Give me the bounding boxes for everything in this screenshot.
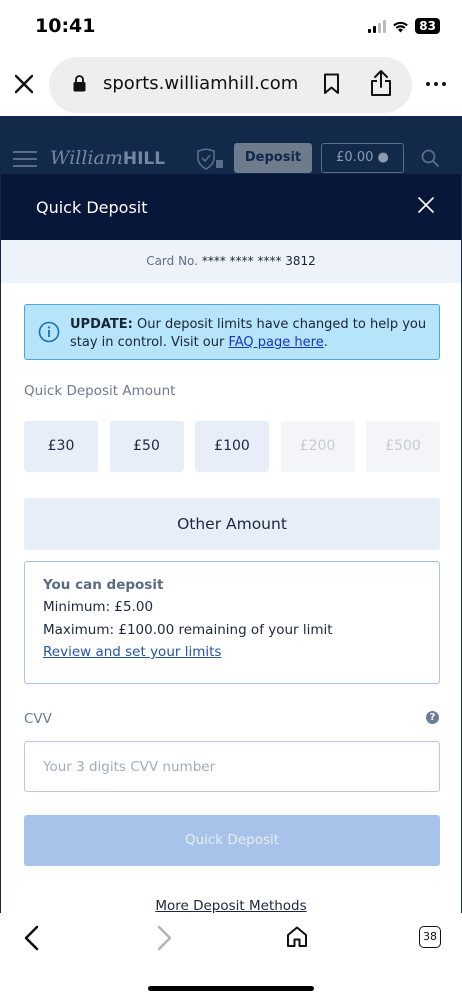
notice-end: . [323,335,328,350]
limits-minimum: Minimum: £5.00 [43,599,154,615]
modal-title: Quick Deposit [36,198,148,217]
close-tab-icon[interactable] [13,73,35,95]
more-deposit-methods-link[interactable]: More Deposit Methods [1,898,461,914]
more-menu-icon[interactable] [426,82,446,86]
logo-script: William [50,147,123,169]
safer-gambling-shield-icon[interactable] [196,148,224,170]
amount-100-button[interactable]: £100 [195,421,269,472]
bookmark-icon[interactable] [323,73,340,95]
status-time: 10:41 [35,15,96,37]
faq-link[interactable]: FAQ page here [228,335,323,350]
wifi-icon [393,21,409,32]
forward-icon[interactable] [154,925,174,951]
quick-deposit-modal: Quick Deposit Card No. **** **** **** 38… [0,173,462,915]
user-icon: ● [377,150,389,165]
review-limits-link[interactable]: Review and set your limits [43,641,439,664]
signal-icon [368,19,387,33]
cvv-label: CVV [24,711,52,727]
notice-bold: UPDATE: [70,317,133,332]
amount-30-button[interactable]: £30 [24,421,98,472]
other-amount-button[interactable]: Other Amount [24,498,440,550]
search-icon[interactable] [421,149,439,167]
url-text: sports.williamhill.com [103,73,299,94]
cvv-help-icon[interactable]: ? [426,711,439,724]
header-deposit-button[interactable]: Deposit [234,143,312,173]
card-number: **** **** **** 3812 [201,254,316,268]
close-modal-icon[interactable] [418,197,434,213]
status-bar: 10:41 83 [0,0,462,54]
browser-address-bar: sports.williamhill.com [0,54,462,116]
site-logo[interactable]: WilliamHILL [50,147,165,169]
amount-50-button[interactable]: £50 [109,421,184,472]
card-label: Card No. [146,254,198,268]
deposit-limits-box: You can deposit Minimum: £5.00 Maximum: … [24,561,440,684]
cvv-input[interactable] [24,741,440,792]
limits-heading: You can deposit [43,577,164,593]
share-icon[interactable] [369,69,393,97]
logo-bold: HILL [122,149,166,169]
quick-deposit-button[interactable]: Quick Deposit [24,815,440,866]
menu-icon[interactable] [13,151,37,172]
amount-200-button[interactable]: £200 [280,421,355,472]
amount-options: £30 £50 £100 £200 £500 [24,421,440,472]
notice-text: UPDATE: Our deposit limits have changed … [70,316,430,352]
tabs-count-button[interactable]: 38 [419,926,441,948]
site-header: WilliamHILL Deposit £0.00 ● [0,116,462,173]
header-balance-button[interactable]: £0.00 ● [321,143,404,173]
status-icons: 83 [368,18,440,34]
battery-icon: 83 [415,18,440,34]
info-icon [38,321,60,343]
amount-500-button[interactable]: £500 [366,421,440,472]
update-notice: UPDATE: Our deposit limits have changed … [24,304,440,360]
balance-amount: £0.00 [336,150,374,165]
url-field[interactable]: sports.williamhill.com [49,57,412,113]
back-icon[interactable] [22,925,42,951]
lock-icon [73,75,86,92]
quick-deposit-amount-label: Quick Deposit Amount [24,383,176,399]
limits-maximum: Maximum: £100.00 remaining of your limit [43,621,333,638]
card-number-row: Card No. **** **** **** 3812 [1,240,461,283]
browser-bottom-nav: 38 [0,913,462,1000]
home-indicator [148,986,314,991]
modal-header: Quick Deposit [1,174,461,240]
home-icon[interactable] [285,925,309,949]
